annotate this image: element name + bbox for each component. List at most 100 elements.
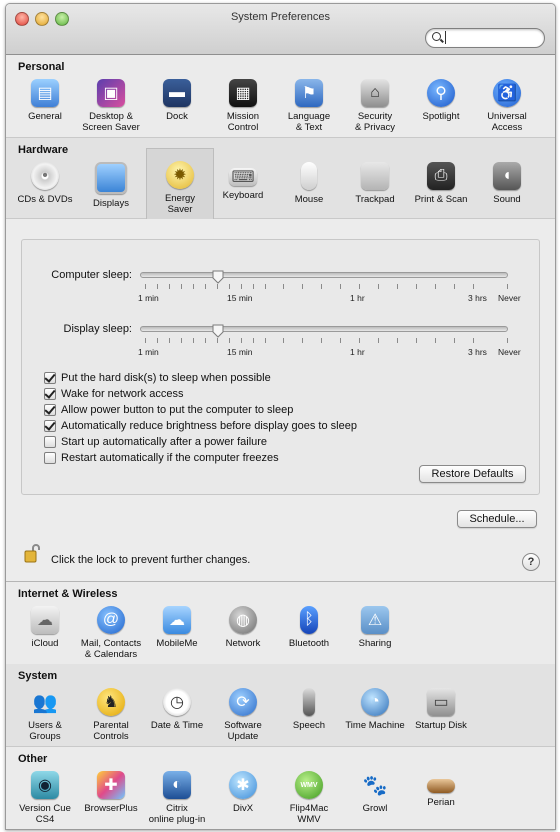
display-sleep-slider[interactable] [140, 326, 508, 332]
auto-restart-checkbox[interactable] [44, 452, 56, 464]
perian-icon [427, 779, 455, 793]
help-button[interactable]: ? [522, 553, 540, 571]
hard-disk-sleep-option[interactable]: Put the hard disk(s) to sleep when possi… [44, 372, 271, 384]
section-system: System 👥 Users & Groups ♞ Parental Contr… [6, 664, 555, 747]
pane-label: Parental Controls [93, 720, 129, 742]
reduce-brightness-option[interactable]: Automatically reduce brightness before d… [44, 420, 357, 432]
pane-label: Growl [362, 803, 388, 814]
software-update-icon: ⟳ [229, 688, 257, 716]
reduce-brightness-checkbox[interactable] [44, 420, 56, 432]
pane-trackpad[interactable]: Trackpad [342, 162, 408, 205]
pane-growl[interactable]: 🐾 Growl [342, 771, 408, 815]
pane-label: iCloud [31, 638, 59, 649]
security-icon: ⌂ [361, 79, 389, 107]
wake-network-checkbox[interactable] [44, 388, 56, 400]
pane-label: Print & Scan [414, 194, 468, 205]
pane-desktop-screen-saver[interactable]: ▣ Desktop & Screen Saver [78, 79, 144, 133]
pane-startup-disk[interactable]: ▭ Startup Disk [408, 688, 474, 731]
pane-citrix[interactable]: ◐ Citrix online plug-in [144, 771, 210, 825]
pane-label: Displays [93, 198, 129, 209]
pane-speech[interactable]: Speech [276, 688, 342, 731]
pane-mouse[interactable]: Mouse [276, 162, 342, 205]
mobileme-icon: ☁ [163, 606, 191, 634]
pane-label: Users & Groups [28, 720, 62, 742]
pane-label: Keyboard [222, 190, 264, 201]
display-sleep-label: Display sleep: [63, 323, 132, 335]
pane-sound[interactable]: ◖ Sound [474, 162, 540, 205]
pane-label: Perian [427, 797, 455, 808]
computer-sleep-thumb[interactable] [212, 270, 224, 284]
auto-startup-option[interactable]: Start up automatically after a power fai… [44, 436, 267, 448]
option-label: Wake for network access [61, 388, 184, 400]
pane-divx[interactable]: ✱ DivX [210, 771, 276, 814]
restore-defaults-button[interactable]: Restore Defaults [419, 465, 526, 483]
scale-label: 15 min [227, 293, 253, 303]
pane-displays[interactable]: Displays [78, 162, 144, 209]
search-input[interactable] [445, 31, 536, 44]
pane-dock[interactable]: ▬ Dock [144, 79, 210, 122]
wake-network-option[interactable]: Wake for network access [44, 388, 183, 400]
pane-parental-controls[interactable]: ♞ Parental Controls [78, 688, 144, 742]
pane-security-privacy[interactable]: ⌂ Security & Privacy [342, 79, 408, 133]
time-machine-icon: ◔ [361, 688, 389, 716]
startup-disk-icon: ▭ [427, 688, 455, 716]
lock-icon[interactable] [24, 544, 40, 563]
pane-date-time[interactable]: ◷ Date & Time [144, 688, 210, 731]
cd-icon: • [31, 162, 59, 190]
pane-mission-control[interactable]: ▦ Mission Control [210, 79, 276, 133]
pane-network[interactable]: ◍ Network [210, 606, 276, 649]
icloud-icon: ☁ [31, 606, 59, 634]
pane-label: Sharing [358, 638, 392, 649]
trackpad-icon [361, 162, 389, 190]
pane-spotlight[interactable]: ⚲ Spotlight [408, 79, 474, 122]
pane-label: Spotlight [422, 111, 460, 122]
pane-mail-contacts-calendars[interactable]: @ Mail, Contacts & Calendars [78, 606, 144, 660]
citrix-icon: ◐ [163, 771, 191, 799]
pane-sharing[interactable]: ⚠ Sharing [342, 606, 408, 649]
power-button-sleep-checkbox[interactable] [44, 404, 56, 416]
search-field[interactable] [425, 28, 545, 48]
title-bar: System Preferences [6, 4, 555, 55]
schedule-button[interactable]: Schedule... [457, 510, 537, 528]
pane-label: Bluetooth [288, 638, 330, 649]
pane-label: Desktop & Screen Saver [82, 111, 140, 133]
pane-label: Security & Privacy [354, 111, 396, 133]
mail-icon: @ [97, 606, 125, 634]
power-button-sleep-option[interactable]: Allow power button to put the computer t… [44, 404, 293, 416]
pane-label: Speech [292, 720, 326, 731]
computer-sleep-slider[interactable] [140, 272, 508, 278]
pane-print-scan[interactable]: ⎙ Print & Scan [408, 162, 474, 205]
pane-cds-dvds[interactable]: • CDs & DVDs [12, 162, 78, 205]
general-icon: ▤ [31, 79, 59, 107]
pane-keyboard[interactable]: ⌨ Keyboard [210, 162, 276, 201]
hard-disk-sleep-checkbox[interactable] [44, 372, 56, 384]
pane-version-cue[interactable]: ◉ Version Cue CS4 [12, 771, 78, 825]
pane-bluetooth[interactable]: ᛒ Bluetooth [276, 606, 342, 649]
pane-browserplus[interactable]: ✚ BrowserPlus [78, 771, 144, 814]
scale-label: 1 min [138, 347, 159, 357]
section-title: Other [18, 753, 48, 765]
window-title: System Preferences [230, 11, 331, 23]
scale-label: Never [498, 293, 521, 303]
pane-software-update[interactable]: ⟳ Software Update [210, 688, 276, 742]
pane-label: General [28, 111, 62, 122]
pane-flip4mac[interactable]: WMV Flip4Mac WMV [276, 771, 342, 825]
auto-startup-checkbox[interactable] [44, 436, 56, 448]
date-time-icon: ◷ [163, 688, 191, 716]
section-internet-wireless: Internet & Wireless ☁ iCloud @ Mail, Con… [6, 581, 555, 665]
pane-icloud[interactable]: ☁ iCloud [12, 606, 78, 649]
browserplus-icon: ✚ [97, 771, 125, 799]
lock-message: Click the lock to prevent further change… [51, 554, 251, 566]
auto-restart-option[interactable]: Restart automatically if the computer fr… [44, 452, 279, 464]
pane-label: Citrix online plug-in [148, 803, 206, 825]
pane-general[interactable]: ▤ General [12, 79, 78, 122]
pane-time-machine[interactable]: ◔ Time Machine [342, 688, 408, 731]
pane-perian[interactable]: Perian [408, 771, 474, 808]
users-icon: 👥 [32, 691, 58, 714]
pane-users-groups[interactable]: 👥 Users & Groups [12, 688, 78, 743]
pane-mobileme[interactable]: ☁ MobileMe [144, 606, 210, 649]
pane-label: Mission Control [226, 111, 260, 133]
pane-universal-access[interactable]: ♿ Universal Access [474, 79, 540, 133]
pane-language-text[interactable]: ⚑ Language & Text [276, 79, 342, 133]
display-sleep-thumb[interactable] [212, 324, 224, 338]
